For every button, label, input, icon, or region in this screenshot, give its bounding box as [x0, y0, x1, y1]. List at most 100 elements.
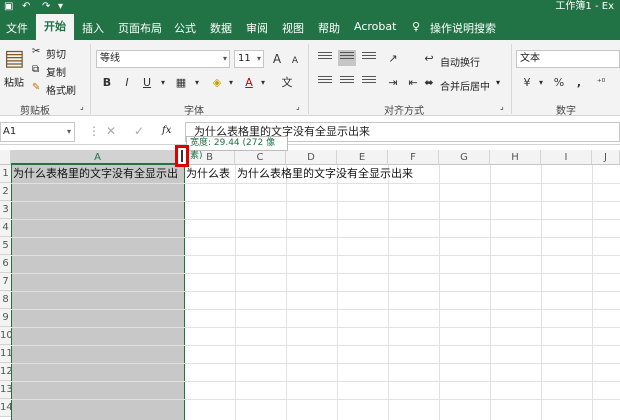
column-header-g[interactable]: G	[439, 150, 490, 165]
tab-data[interactable]: 数据	[210, 20, 232, 36]
fill-color-dropdown-icon[interactable]: ▾	[222, 74, 240, 92]
row-header[interactable]: 9	[0, 309, 11, 327]
underline-dropdown-icon[interactable]: ▾	[154, 74, 172, 92]
grid-line	[11, 291, 620, 292]
clipboard-launcher-icon[interactable]: ⌟	[80, 102, 84, 111]
borders-dropdown-icon[interactable]: ▾	[188, 74, 206, 92]
column-width-tooltip: 宽度: 29.44 (272 像素)	[186, 136, 288, 161]
paste-icon[interactable]: ▤	[4, 46, 25, 71]
chevron-down-icon: ▾	[66, 127, 71, 136]
quick-access-menu-icon[interactable]: ▾	[58, 0, 63, 14]
grow-font-button[interactable]: A	[268, 50, 286, 68]
wrap-text-button[interactable]: 自动换行	[440, 54, 480, 69]
format-painter-icon[interactable]: ✎	[32, 82, 40, 93]
grid-line	[11, 363, 620, 364]
column-header-e[interactable]: E	[337, 150, 388, 165]
align-center-icon[interactable]	[338, 74, 356, 90]
cancel-icon[interactable]: ✕	[106, 124, 116, 138]
increase-decimal-icon[interactable]: ⁺⁰	[592, 74, 610, 92]
tab-formulas[interactable]: 公式	[174, 20, 196, 36]
row-header[interactable]: 13	[0, 381, 11, 399]
cut-button[interactable]: 剪切	[46, 46, 66, 61]
title-bar: ▣ ↶ ↷ ▾ 工作簿1 - Ex	[0, 0, 620, 14]
shrink-font-button[interactable]: A	[286, 52, 304, 70]
enter-icon[interactable]: ✓	[134, 124, 144, 138]
currency-dropdown-icon[interactable]: ▾	[532, 74, 550, 92]
cell-c1[interactable]: 为什么表格里的文字没有全显示出来	[237, 165, 413, 183]
column-header-c[interactable]: C	[235, 150, 286, 165]
tab-insert[interactable]: 插入	[82, 20, 104, 36]
tab-home[interactable]: 开始	[36, 14, 74, 40]
separator	[90, 44, 91, 114]
alignment-launcher-icon[interactable]: ⌟	[500, 102, 504, 111]
cell-b1[interactable]: 为什么表	[186, 165, 234, 183]
column-header-f[interactable]: F	[388, 150, 439, 165]
align-top-icon[interactable]	[316, 50, 334, 66]
copy-button[interactable]: 复制	[46, 64, 66, 79]
font-launcher-icon[interactable]: ⌟	[296, 102, 300, 111]
copy-icon[interactable]: ⧉	[32, 64, 39, 75]
row-header[interactable]: 1	[0, 165, 11, 183]
merge-center-icon[interactable]: ⬌	[420, 74, 438, 92]
tab-view[interactable]: 视图	[282, 20, 304, 36]
orientation-icon[interactable]: ↗	[384, 50, 402, 68]
cut-icon[interactable]: ✂	[32, 46, 40, 57]
align-left-icon[interactable]	[316, 74, 334, 90]
row-header[interactable]: 10	[0, 327, 11, 345]
column-header-j[interactable]: J	[592, 150, 620, 165]
paste-button[interactable]: 粘贴	[4, 74, 24, 89]
separator	[308, 44, 309, 114]
row-header[interactable]: 2	[0, 183, 11, 201]
phonetic-icon[interactable]: 文	[278, 74, 296, 92]
name-box[interactable]: A1 ▾	[0, 122, 75, 142]
undo-icon[interactable]: ↶	[22, 0, 30, 14]
row-header[interactable]: 14	[0, 399, 11, 417]
column-resize-handle[interactable]	[175, 145, 189, 167]
tab-acrobat[interactable]: Acrobat	[354, 20, 396, 33]
grid-line	[11, 273, 620, 274]
row-header[interactable]: 7	[0, 273, 11, 291]
worksheet-grid[interactable]: A B C D E F G H I J 1 2 3 4 5 6 7 8 9 10…	[0, 150, 620, 420]
percent-button[interactable]: %	[550, 74, 568, 92]
save-icon[interactable]: ▣	[4, 0, 13, 14]
column-header-d[interactable]: D	[286, 150, 337, 165]
align-bottom-icon[interactable]	[360, 50, 378, 66]
row-header[interactable]: 5	[0, 237, 11, 255]
tab-review[interactable]: 审阅	[246, 20, 268, 36]
merge-center-button[interactable]: 合并后居中	[440, 78, 490, 93]
font-size-select[interactable]: 11 ▾	[234, 50, 264, 68]
row-header[interactable]: 3	[0, 201, 11, 219]
clipboard-group-label: 剪贴板	[20, 106, 50, 117]
column-header-h[interactable]: H	[490, 150, 541, 165]
row-header[interactable]: 8	[0, 291, 11, 309]
row-header[interactable]: 6	[0, 255, 11, 273]
tab-page-layout[interactable]: 页面布局	[118, 20, 162, 36]
indent-icon[interactable]: ⇥	[384, 74, 402, 92]
column-header-a[interactable]: A	[11, 150, 185, 165]
font-name-select[interactable]: 等线 ▾	[96, 50, 230, 68]
italic-button[interactable]: I	[118, 74, 136, 92]
row-header[interactable]: 11	[0, 345, 11, 363]
row-header[interactable]: 4	[0, 219, 11, 237]
insert-function-button[interactable]: fx	[162, 125, 171, 136]
tab-file[interactable]: 文件	[6, 20, 28, 36]
more-icon: ⋮	[88, 124, 100, 138]
wrap-text-icon[interactable]: ↩	[420, 50, 438, 68]
cell-a1[interactable]: 为什么表格里的文字没有全显示出	[13, 165, 184, 183]
align-right-icon[interactable]	[360, 74, 378, 90]
row-header[interactable]: 12	[0, 363, 11, 381]
tab-help[interactable]: 帮助	[318, 20, 340, 36]
number-format-select[interactable]: 文本	[516, 50, 620, 68]
font-color-dropdown-icon[interactable]: ▾	[254, 74, 272, 92]
comma-button[interactable]: ,	[570, 74, 588, 92]
column-header-i[interactable]: I	[541, 150, 592, 165]
format-painter-button[interactable]: 格式刷	[46, 82, 76, 97]
align-middle-icon[interactable]	[338, 50, 356, 66]
window-title: 工作簿1 - Ex	[555, 1, 614, 12]
tell-me-search[interactable]: 操作说明搜索	[430, 20, 496, 36]
bold-button[interactable]: B	[98, 74, 116, 92]
select-all-corner[interactable]	[0, 150, 11, 165]
merge-dropdown-icon[interactable]: ▾	[496, 78, 500, 87]
name-box-value: A1	[3, 126, 17, 137]
redo-icon[interactable]: ↷	[42, 0, 50, 14]
